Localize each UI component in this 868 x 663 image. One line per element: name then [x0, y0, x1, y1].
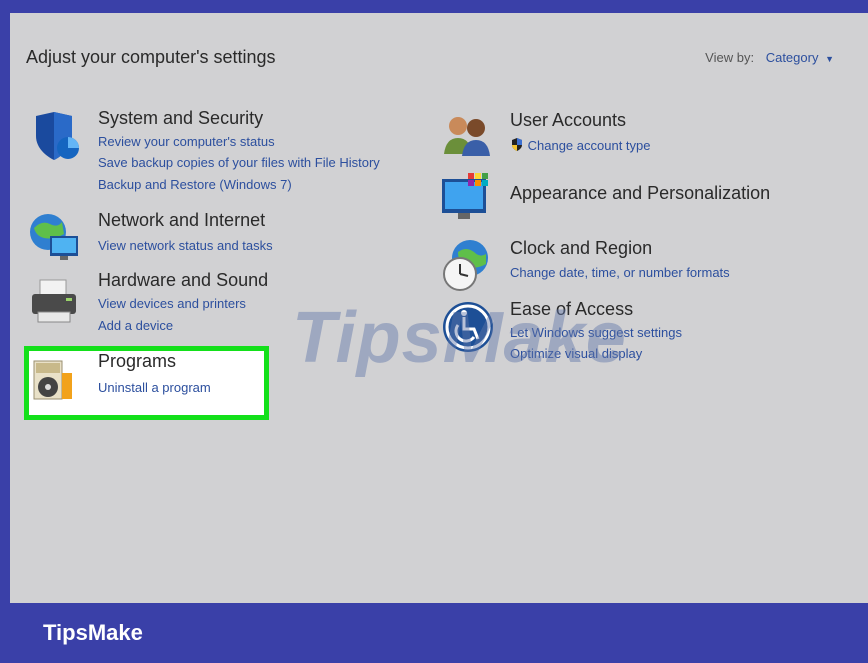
view-by-dropdown[interactable]: Category: [766, 50, 819, 65]
ease-of-access-title[interactable]: Ease of Access: [510, 299, 633, 320]
review-status-link[interactable]: Review your computer's status: [98, 134, 275, 149]
programs-title[interactable]: Programs: [98, 351, 176, 372]
devices-printers-link[interactable]: View devices and printers: [98, 296, 246, 311]
suggest-settings-link[interactable]: Let Windows suggest settings: [510, 325, 682, 340]
change-date-time-link[interactable]: Change date, time, or number formats: [510, 265, 730, 280]
file-history-link[interactable]: Save backup copies of your files with Fi…: [98, 155, 380, 170]
change-account-type-link[interactable]: Change account type: [510, 138, 651, 153]
users-icon[interactable]: [440, 110, 496, 166]
hardware-sound-title[interactable]: Hardware and Sound: [98, 270, 268, 291]
uninstall-program-link[interactable]: Uninstall a program: [98, 380, 211, 395]
system-security-title[interactable]: System and Security: [98, 108, 263, 129]
add-device-link[interactable]: Add a device: [98, 318, 173, 333]
network-internet-title[interactable]: Network and Internet: [98, 210, 265, 231]
chevron-down-icon[interactable]: ▼: [825, 54, 834, 64]
network-status-link[interactable]: View network status and tasks: [98, 238, 273, 253]
clock-region-title[interactable]: Clock and Region: [510, 238, 652, 259]
shield-icon[interactable]: [28, 108, 84, 164]
footer-brand: TipsMake: [43, 620, 143, 645]
page-title: Adjust your computer's settings: [26, 47, 276, 67]
clock-globe-icon[interactable]: [440, 238, 496, 294]
view-by-control: View by: Category ▼: [705, 50, 834, 65]
view-by-label: View by:: [705, 50, 755, 65]
printer-icon[interactable]: [28, 276, 84, 332]
change-account-type-label: Change account type: [527, 138, 651, 153]
optimize-display-link[interactable]: Optimize visual display: [510, 346, 642, 361]
ease-of-access-icon[interactable]: [440, 299, 496, 355]
backup-restore-link[interactable]: Backup and Restore (Windows 7): [98, 177, 292, 192]
monitor-palette-icon[interactable]: [440, 171, 496, 227]
user-accounts-title[interactable]: User Accounts: [510, 110, 626, 131]
control-panel-window: Adjust your computer's settings View by:…: [10, 13, 868, 603]
network-globe-icon[interactable]: [28, 210, 84, 266]
appearance-title[interactable]: Appearance and Personalization: [510, 183, 770, 204]
uac-shield-icon: [512, 138, 522, 151]
programs-disc-icon[interactable]: [28, 355, 84, 411]
